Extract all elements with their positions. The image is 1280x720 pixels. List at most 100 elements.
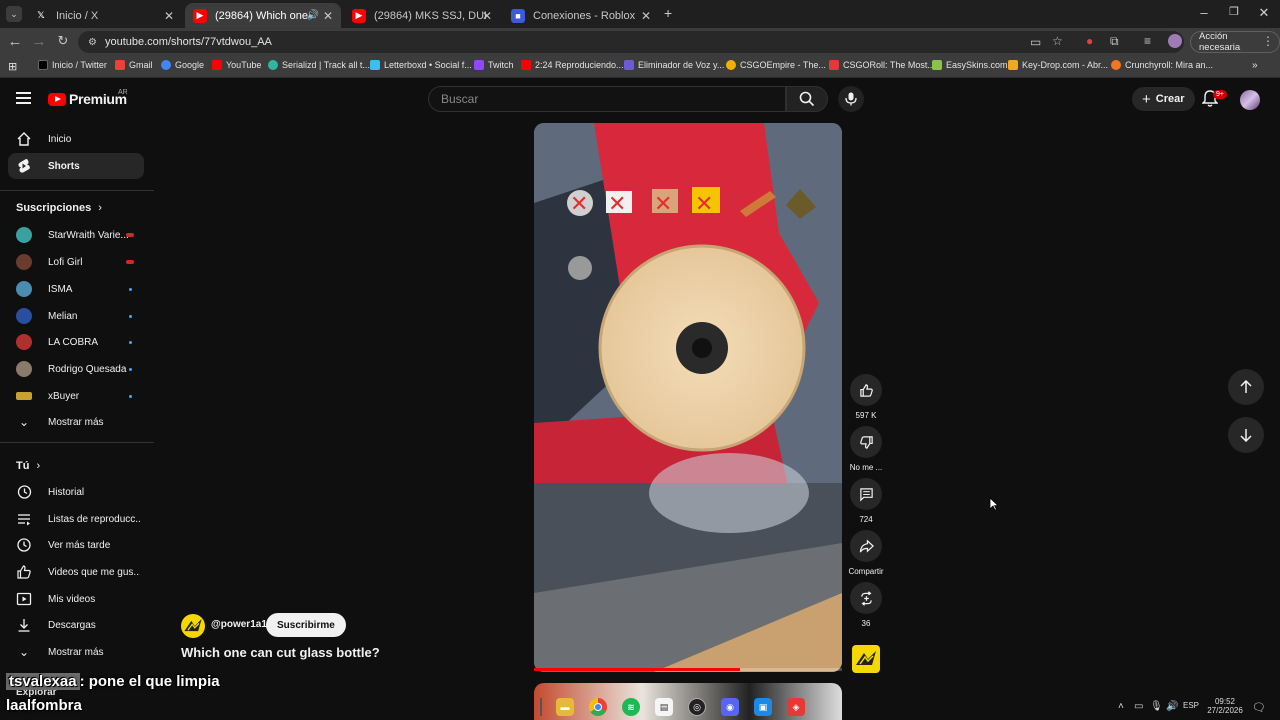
audio-source-thumbnail[interactable]	[852, 645, 880, 673]
search-button[interactable]	[786, 86, 828, 112]
site-info-icon[interactable]: ⚙	[88, 37, 97, 48]
chrome-icon[interactable]	[589, 698, 607, 716]
comments-button[interactable]	[850, 478, 882, 510]
next-short-button[interactable]	[1228, 417, 1264, 453]
media-control-icon[interactable]: ≡	[1144, 34, 1151, 48]
share-action[interactable]: Compartir	[846, 530, 886, 576]
bookmark-item[interactable]: Inicio / Twitter	[38, 60, 107, 70]
bookmark-item[interactable]: Eliminador de Voz y...	[624, 60, 724, 70]
more-bookmarks-icon[interactable]: »	[1252, 60, 1258, 71]
obs-icon[interactable]: ◎	[688, 698, 706, 716]
short-video-player[interactable]: ✕ ✕ ✕ ✕	[534, 123, 842, 672]
bookmark-item[interactable]: Google	[161, 60, 204, 70]
bookmark-item[interactable]: Crunchyroll: Mira an...	[1111, 60, 1213, 70]
video-progress-bar[interactable]	[534, 668, 842, 671]
close-icon[interactable]: ✕	[641, 9, 651, 23]
comments-action[interactable]: 724	[846, 478, 886, 524]
volume-icon[interactable]: 🔊	[1166, 701, 1178, 712]
sidebar-subscription[interactable]: Lofi Girl	[8, 249, 144, 275]
bookmark-item[interactable]: CSGORoll: The Most...	[829, 60, 935, 70]
you-heading[interactable]: Tú ›	[16, 460, 40, 472]
subscriptions-heading[interactable]: Suscripciones ›	[16, 202, 102, 214]
clock[interactable]: 09:52 27/2/2026	[1205, 697, 1245, 715]
share-button[interactable]	[850, 530, 882, 562]
network-icon[interactable]: ▭	[1134, 701, 1143, 712]
dislike-action[interactable]: No me ...	[846, 426, 886, 472]
profile-avatar[interactable]	[1168, 34, 1182, 48]
account-avatar[interactable]	[1240, 90, 1260, 110]
sidebar-item-liked-videos[interactable]: Videos que me gus...	[8, 559, 144, 585]
sidebar-item-historial[interactable]: Historial	[8, 479, 144, 505]
bookmark-item[interactable]: Serializd | Track all t...	[268, 60, 370, 70]
forward-icon[interactable]: →	[30, 33, 48, 50]
sidebar-item-watch-later[interactable]: Ver más tarde	[8, 532, 144, 558]
dislike-button[interactable]	[850, 426, 882, 458]
close-icon[interactable]: ✕	[482, 9, 492, 23]
sidebar-item-downloads[interactable]: Descargas	[8, 612, 144, 638]
bookmark-item[interactable]: CSGOEmpire - The...	[726, 60, 826, 70]
sidebar-subscription[interactable]: Melian	[8, 303, 144, 329]
new-tab-icon[interactable]: +	[664, 5, 672, 21]
channel-avatar[interactable]	[181, 614, 205, 638]
sidebar-item-inicio[interactable]: Inicio	[8, 126, 144, 152]
reload-icon[interactable]: ↻	[54, 33, 72, 49]
subscribe-button[interactable]: Suscribirme	[266, 613, 346, 637]
sidebar-item-playlists[interactable]: Listas de reproducc...	[8, 506, 144, 532]
microphone-tray-icon[interactable]: 🎙	[1150, 701, 1163, 712]
remix-action[interactable]: 36	[846, 582, 886, 628]
notepad-icon[interactable]: ▤	[655, 698, 673, 716]
bookmark-item[interactable]: 2:24 Reproduciendo...	[521, 60, 624, 70]
install-app-icon[interactable]: ▭	[1030, 35, 1041, 49]
like-action[interactable]: 597 K	[846, 374, 886, 420]
speaker-icon[interactable]: 🔊	[307, 10, 319, 21]
tab-youtube-music[interactable]: ▶ (29864) MKS SSJ, DUKI - TU SIL ✕	[344, 3, 500, 28]
bookmark-item[interactable]: Twitch	[474, 60, 514, 70]
bookmark-item[interactable]: YouTube	[212, 60, 261, 70]
discord-icon[interactable]: ◉	[721, 698, 739, 716]
file-explorer-icon[interactable]: ▬	[556, 698, 574, 716]
tab-roblox[interactable]: ■ Conexiones - Roblox ✕	[503, 3, 659, 28]
search-input[interactable]: Buscar	[428, 86, 786, 112]
red-app-icon[interactable]: ◈	[787, 698, 805, 716]
tab-search-icon[interactable]: ⌄	[6, 6, 22, 22]
remix-button[interactable]	[850, 582, 882, 614]
bookmark-item[interactable]: Key-Drop.com - Abr...	[1008, 60, 1108, 70]
bookmark-item[interactable]: Letterboxd • Social f...	[370, 60, 472, 70]
like-button[interactable]	[850, 374, 882, 406]
apps-grid-icon[interactable]: ⊞	[8, 60, 17, 73]
youtube-premium-logo[interactable]: Premium	[48, 91, 127, 107]
sidebar-subscription[interactable]: xBuyer	[8, 383, 144, 409]
window-close-icon[interactable]: ✕	[1254, 5, 1274, 21]
sidebar-subscription[interactable]: Rodrigo Quesada	[8, 356, 144, 382]
sidebar-item-shorts[interactable]: Shorts	[8, 153, 144, 179]
close-icon[interactable]: ✕	[323, 9, 333, 23]
tab-youtube-short[interactable]: ▶ (29864) Which one can cut 🔊 ✕	[185, 3, 341, 28]
language-indicator[interactable]: ESP	[1183, 701, 1199, 710]
bookmark-star-icon[interactable]: ☆	[1052, 34, 1063, 48]
voice-search-button[interactable]	[838, 86, 864, 112]
close-icon[interactable]: ✕	[164, 9, 174, 23]
sidebar-subscription[interactable]: StarWraith Varie...	[8, 222, 144, 248]
address-bar[interactable]: ⚙ youtube.com/shorts/77vtdwou_AA	[78, 31, 1184, 53]
minimize-icon[interactable]: –	[1194, 5, 1214, 20]
bookmark-item[interactable]: Gmail	[115, 60, 153, 70]
show-more-you[interactable]: ⌄ Mostrar más	[8, 639, 144, 665]
extension-badge-icon[interactable]: ●	[1086, 34, 1093, 48]
sidebar-subscription[interactable]: ISMA	[8, 276, 144, 302]
spotify-icon[interactable]: ≋	[622, 698, 640, 716]
channel-handle[interactable]: @power1a1	[211, 619, 267, 630]
menu-kebab-icon[interactable]: ⋮	[1262, 34, 1274, 48]
hamburger-menu-icon[interactable]	[16, 92, 31, 104]
notification-center-icon[interactable]: 🗨	[1252, 701, 1266, 714]
tab-x[interactable]: 𝕏 Inicio / X ✕	[26, 3, 182, 28]
bookmark-item[interactable]: EasySkins.com	[932, 60, 1008, 70]
restore-icon[interactable]: ❐	[1224, 5, 1244, 18]
previous-short-button[interactable]	[1228, 369, 1264, 405]
extensions-icon[interactable]: ⧉	[1110, 34, 1119, 49]
app-window-icon[interactable]: ▣	[754, 698, 772, 716]
sidebar-item-my-videos[interactable]: Mis videos	[8, 586, 144, 612]
back-icon[interactable]: ←	[6, 33, 24, 50]
tray-expand-icon[interactable]: ˄	[1118, 701, 1124, 712]
sidebar-subscription[interactable]: LA COBRA	[8, 329, 144, 355]
create-button[interactable]: + Crear	[1132, 87, 1195, 111]
